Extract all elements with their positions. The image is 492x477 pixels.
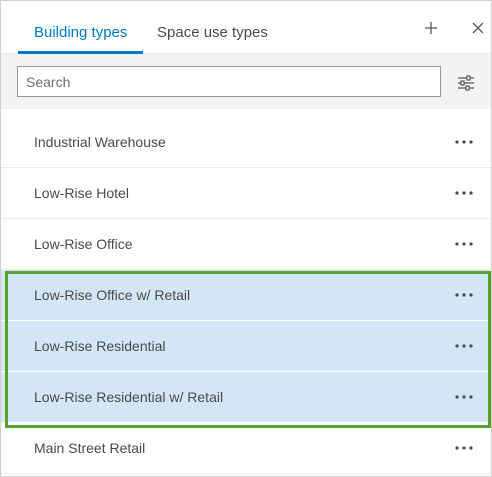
list-item-label: Low-Rise Residential w/ Retail (34, 389, 224, 405)
close-button[interactable] (465, 15, 491, 41)
more-options-button[interactable] (451, 283, 477, 307)
more-options-button[interactable] (451, 232, 477, 256)
ellipsis-icon (455, 242, 473, 246)
ellipsis-icon (455, 140, 473, 144)
close-icon (472, 22, 484, 34)
list-item[interactable]: Low-Rise Office w/ Retail (1, 270, 491, 321)
search-toolbar (1, 54, 491, 110)
more-options-button[interactable] (451, 385, 477, 409)
list-item-label: Main Street Retail (34, 440, 146, 456)
more-options-button[interactable] (451, 436, 477, 460)
more-options-button[interactable] (451, 181, 477, 205)
building-types-list: Industrial Warehouse Low-Rise Hotel Low-… (1, 117, 491, 474)
ellipsis-icon (455, 293, 473, 297)
list-item[interactable]: Low-Rise Residential w/ Retail (1, 372, 491, 423)
more-options-button[interactable] (451, 334, 477, 358)
ellipsis-icon (455, 446, 473, 450)
list-item[interactable]: Low-Rise Office (1, 219, 491, 270)
ellipsis-icon (455, 191, 473, 195)
list-item[interactable]: Low-Rise Hotel (1, 168, 491, 219)
search-input[interactable] (17, 66, 441, 97)
building-types-panel: Building types Space use types Indu (0, 0, 492, 477)
filter-sliders-icon (458, 75, 474, 91)
plus-icon (425, 22, 437, 34)
list-item-label: Low-Rise Office (34, 236, 133, 252)
list-item-label: Low-Rise Hotel (34, 185, 129, 201)
list-item[interactable]: Main Street Retail (1, 423, 491, 474)
list-item-label: Industrial Warehouse (34, 134, 166, 150)
list-item-label: Low-Rise Office w/ Retail (34, 287, 191, 303)
tab-building-types[interactable]: Building types (18, 1, 144, 54)
list-item-label: Low-Rise Residential (34, 338, 166, 354)
more-options-button[interactable] (451, 130, 477, 154)
panel-header: Building types Space use types (1, 1, 491, 54)
ellipsis-icon (455, 344, 473, 348)
list-top-spacer (1, 109, 491, 117)
ellipsis-icon (455, 395, 473, 399)
list-item[interactable]: Industrial Warehouse (1, 117, 491, 168)
filter-button[interactable] (454, 71, 478, 95)
list-item[interactable]: Low-Rise Residential (1, 321, 491, 372)
add-button[interactable] (418, 15, 444, 41)
tab-space-use-types[interactable]: Space use types (141, 1, 284, 53)
